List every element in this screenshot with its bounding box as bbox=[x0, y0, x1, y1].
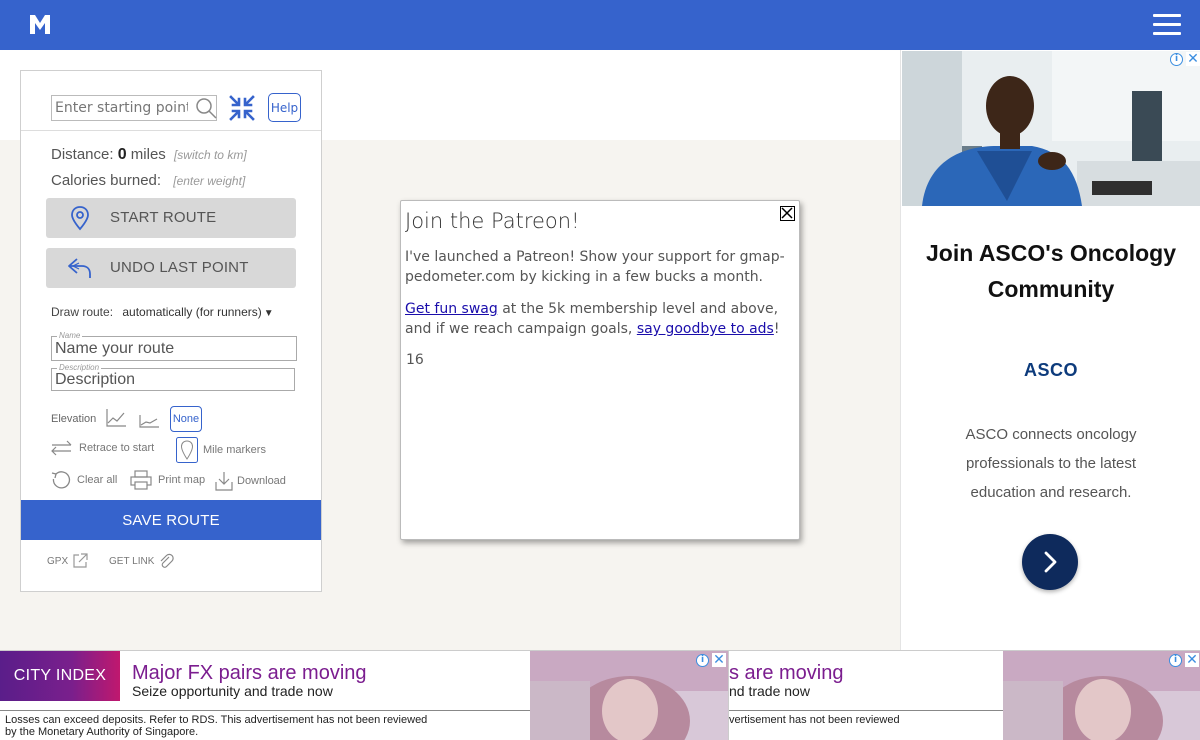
distance-row: Distance: 0 miles [switch to km] bbox=[51, 146, 247, 164]
modal-title: Join the Patreon! bbox=[405, 209, 580, 233]
external-link-icon bbox=[73, 553, 88, 568]
download-label: Download bbox=[237, 475, 286, 487]
goodbye-ads-link[interactable]: say goodbye to ads bbox=[637, 321, 774, 337]
draw-route-row: Draw route: automatically (for runners) ▼ bbox=[51, 305, 274, 319]
site-logo[interactable] bbox=[28, 12, 52, 36]
fun-swag-link[interactable]: Get fun swag bbox=[405, 301, 498, 317]
modal-paragraph-1: I've launched a Patreon! Show your suppo… bbox=[405, 249, 785, 285]
retrace-label: Retrace to start bbox=[79, 442, 155, 454]
banner-subline: Seize opportunity and trade now bbox=[132, 683, 333, 699]
get-link-label: GET LINK bbox=[109, 555, 155, 567]
retrace-to-start-option[interactable]: Retrace to start bbox=[51, 439, 154, 457]
bottom-banner-ad-duplicate[interactable]: s are moving nd trade now vertisement ha… bbox=[728, 650, 1200, 740]
modal-paragraph-2-end: ! bbox=[773, 321, 780, 337]
banner-close-icon-clipped[interactable]: ✕ bbox=[1185, 653, 1199, 667]
clear-refresh-icon bbox=[51, 471, 71, 489]
banner-subline-clipped: nd trade now bbox=[729, 683, 810, 699]
ad-cta-button[interactable] bbox=[1022, 534, 1078, 590]
ad-headline: Join ASCO's Oncology Community bbox=[926, 240, 1176, 302]
bottom-banner-ad[interactable]: CITY INDEX Major FX pairs are moving Sei… bbox=[0, 650, 728, 740]
ad-close-icon[interactable]: ✕ bbox=[1186, 52, 1200, 66]
distance-label: Distance: bbox=[51, 146, 114, 163]
print-map-label: Print map bbox=[158, 474, 206, 486]
route-name-field-wrap: Name bbox=[51, 331, 297, 361]
panel-divider bbox=[21, 130, 321, 131]
banner-info-icon-clipped[interactable]: i bbox=[1169, 653, 1182, 667]
printer-icon bbox=[130, 470, 152, 490]
banner-info-icon[interactable]: i bbox=[696, 653, 709, 667]
help-button[interactable]: Help bbox=[268, 93, 301, 122]
banner-disclaimer-line-1: Losses can exceed deposits. Refer to RDS… bbox=[5, 714, 428, 726]
city-index-logo: CITY INDEX bbox=[0, 651, 120, 701]
modal-counter: 16 bbox=[406, 352, 424, 368]
enter-weight-link[interactable]: [enter weight] bbox=[173, 174, 245, 188]
ad-info-icon[interactable]: i bbox=[1170, 52, 1183, 66]
patreon-modal: Join the Patreon! I've launched a Patreo… bbox=[400, 200, 800, 540]
elevation-chart-large-icon[interactable] bbox=[105, 408, 127, 428]
collapse-icon[interactable] bbox=[229, 95, 255, 121]
start-route-label: START ROUTE bbox=[110, 209, 217, 226]
route-name-field-label: Name bbox=[57, 331, 83, 340]
chevron-right-icon bbox=[1044, 551, 1057, 573]
modal-paragraph-2: Get fun swag at the 5k membership level … bbox=[405, 299, 795, 339]
route-panel: Help Distance: 0 miles [switch to km] Ca… bbox=[20, 70, 322, 592]
banner-disclaimer-clipped: vertisement has not been reviewed bbox=[729, 714, 900, 726]
download-icon bbox=[215, 472, 233, 491]
banner-separator bbox=[0, 710, 530, 711]
retrace-arrows-icon bbox=[51, 440, 72, 456]
gpx-export-link[interactable]: GPX bbox=[47, 553, 88, 569]
banner-ad-choices-clipped[interactable]: i ✕ bbox=[1169, 652, 1199, 668]
distance-unit: miles bbox=[130, 146, 166, 163]
mile-markers-label: Mile markers bbox=[203, 444, 266, 456]
description-field-wrap: Description bbox=[51, 363, 295, 391]
clear-all-label: Clear all bbox=[77, 474, 118, 486]
right-sidebar-ad[interactable]: i ✕ Join ASCO's Oncology Community ASCO … bbox=[900, 50, 1200, 650]
mile-marker-icon bbox=[176, 437, 198, 463]
undo-last-point-button[interactable]: UNDO LAST POINT bbox=[46, 248, 296, 288]
calories-row: Calories burned: [enter weight] bbox=[51, 172, 245, 189]
chevron-down-icon: ▼ bbox=[263, 308, 274, 319]
ad-body-text: ASCO connects oncology professionals to … bbox=[965, 426, 1137, 501]
calories-label: Calories burned: bbox=[51, 172, 162, 189]
hamburger-menu-icon[interactable] bbox=[1153, 14, 1181, 36]
gpx-label: GPX bbox=[47, 555, 69, 567]
draw-route-label: Draw route: bbox=[51, 305, 114, 319]
elevation-none-button[interactable]: None bbox=[170, 406, 202, 432]
save-route-button[interactable]: SAVE ROUTE bbox=[21, 500, 321, 540]
elevation-label: Elevation bbox=[51, 413, 97, 425]
draw-route-value: automatically (for runners) bbox=[122, 305, 262, 319]
mile-markers-option[interactable]: Mile markers bbox=[176, 437, 266, 463]
ad-photo-doctor bbox=[902, 51, 1200, 206]
banner-headline: Major FX pairs are moving bbox=[132, 662, 367, 684]
banner-headline-clipped: s are moving bbox=[729, 662, 844, 684]
map-pin-icon bbox=[71, 206, 89, 231]
clear-all-option[interactable]: Clear all bbox=[51, 470, 117, 490]
start-route-button[interactable]: START ROUTE bbox=[46, 198, 296, 238]
distance-value: 0 bbox=[117, 146, 127, 163]
download-option[interactable]: Download bbox=[215, 471, 286, 491]
draw-route-select[interactable]: automatically (for runners) ▼ bbox=[122, 305, 273, 319]
elevation-chart-small-icon[interactable] bbox=[138, 411, 160, 429]
ad-brand-logo: ASCO bbox=[1023, 360, 1078, 380]
top-navigation-bar bbox=[0, 0, 1200, 50]
search-icon[interactable] bbox=[195, 97, 217, 119]
undo-arrow-icon bbox=[68, 258, 91, 278]
print-map-option[interactable]: Print map bbox=[130, 470, 205, 490]
ad-choices-controls[interactable]: i ✕ bbox=[1170, 51, 1200, 67]
description-field-label: Description bbox=[57, 363, 102, 372]
close-icon[interactable] bbox=[780, 206, 795, 221]
starting-point-search-input[interactable] bbox=[51, 95, 217, 121]
undo-label: UNDO LAST POINT bbox=[110, 259, 249, 276]
banner-ad-choices[interactable]: i ✕ bbox=[696, 652, 726, 668]
banner-disclaimer-line-2: by the Monetary Authority of Singapore. bbox=[5, 726, 199, 738]
paperclip-icon bbox=[160, 553, 175, 568]
route-name-input[interactable] bbox=[51, 336, 297, 361]
switch-units-link[interactable]: [switch to km] bbox=[174, 148, 247, 162]
banner-close-icon[interactable]: ✕ bbox=[712, 653, 726, 667]
banner-separator-clipped bbox=[729, 710, 1003, 711]
get-link-button[interactable]: GET LINK bbox=[109, 553, 175, 569]
